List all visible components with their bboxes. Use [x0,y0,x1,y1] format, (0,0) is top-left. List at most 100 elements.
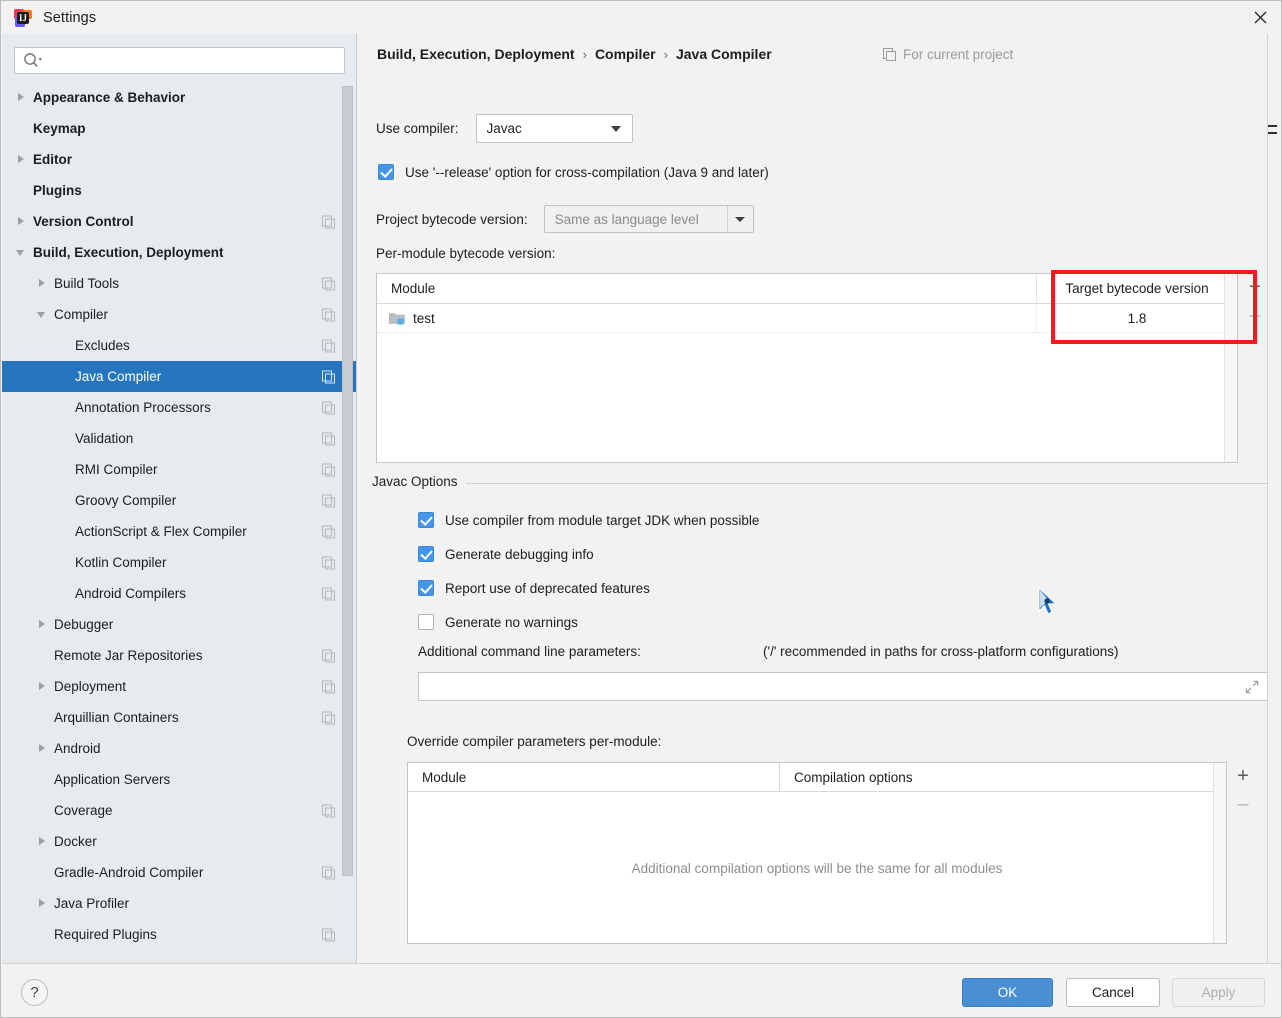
copy-scope-icon [322,370,335,383]
sidebar-item-java-compiler[interactable]: Java Compiler [2,361,356,392]
chevron-down-icon[interactable] [37,309,48,320]
generate-debugging-info-label: Generate debugging info [445,546,594,562]
chevron-right-icon[interactable] [16,154,27,165]
use-release-option-checkbox[interactable]: Use '--release' option for cross-compila… [378,164,769,180]
column-header-compilation-options[interactable]: Compilation options [780,763,1226,791]
search-box[interactable] [14,47,345,74]
additional-params-input[interactable] [418,672,1268,701]
sidebar-item-arquillian-containers[interactable]: Arquillian Containers [2,702,356,733]
checkbox-icon[interactable] [418,580,434,596]
sidebar-item-build-execution-deployment[interactable]: Build, Execution, Deployment [2,237,356,268]
sidebar-item-build-tools[interactable]: Build Tools [2,268,356,299]
sidebar-item-kotlin-compiler[interactable]: Kotlin Compiler [2,547,356,578]
help-button[interactable]: ? [21,979,48,1006]
sidebar-item-debugger[interactable]: Debugger [2,609,356,640]
sidebar-item-gradle-android-compiler[interactable]: Gradle-Android Compiler [2,857,356,888]
breadcrumb-item-2[interactable]: Compiler [595,46,656,62]
close-icon[interactable] [1237,1,1281,34]
column-header-module[interactable]: Module [408,763,780,791]
sidebar-item-docker[interactable]: Docker [2,826,356,857]
add-module-button[interactable]: + [1242,273,1268,301]
generate-no-warnings-checkbox[interactable]: Generate no warnings [418,614,578,630]
sidebar-item-groovy-compiler[interactable]: Groovy Compiler [2,485,356,516]
chevron-right-icon[interactable] [37,743,48,754]
chevron-down-icon[interactable] [16,247,27,258]
settings-tree[interactable]: Appearance & Behavior Keymap Editor Plugins… [2,82,356,963]
sidebar-item-deployment[interactable]: Deployment [2,671,356,702]
project-bytecode-value[interactable]: Same as language level [544,206,728,232]
chevron-right-icon[interactable] [37,278,48,289]
sidebar-scrollbar-thumb[interactable] [342,86,353,876]
sidebar-item-label: Gradle-Android Compiler [54,865,204,880]
breadcrumb-item-1[interactable]: Build, Execution, Deployment [377,46,575,62]
add-override-button[interactable]: + [1230,762,1256,790]
table-row[interactable]: test 1.8 [377,304,1237,333]
chevron-right-icon[interactable] [37,836,48,847]
chevron-right-icon[interactable] [16,92,27,103]
sidebar-item-version-control[interactable]: Version Control [2,206,356,237]
cancel-button[interactable]: Cancel [1066,978,1160,1007]
chevron-down-icon [610,125,621,132]
sidebar-item-appearance-behavior[interactable]: Appearance & Behavior [2,82,356,113]
per-module-bytecode-table[interactable]: Module Target bytecode version test 1.8 [376,270,1257,463]
sidebar-item-android-compilers[interactable]: Android Compilers [2,578,356,609]
sidebar-item-validation[interactable]: Validation [2,423,356,454]
copy-scope-icon [322,339,335,352]
chevron-right-icon[interactable] [37,619,48,630]
checkbox-icon[interactable] [418,614,434,630]
report-deprecated-checkbox[interactable]: Report use of deprecated features [418,580,650,596]
chevron-down-icon[interactable] [727,206,753,232]
copy-scope-icon [322,494,335,507]
sidebar-item-keymap[interactable]: Keymap [2,113,356,144]
module-table-scrollbar[interactable] [1224,274,1237,462]
column-header-target-bytecode-version[interactable]: Target bytecode version [1037,274,1237,303]
copy-scope-icon [322,277,335,290]
sidebar-item-android[interactable]: Android [2,733,356,764]
use-module-target-jdk-checkbox[interactable]: Use compiler from module target JDK when… [418,512,759,528]
sidebar-item-remote-jar-repositories[interactable]: Remote Jar Repositories [2,640,356,671]
sidebar-item-java-profiler[interactable]: Java Profiler [2,888,356,919]
table-header: Module Compilation options [408,763,1226,792]
checkbox-icon[interactable] [418,512,434,528]
copy-scope-icon [322,525,335,538]
sidebar-item-label: Docker [54,834,97,849]
scrollbar-ticks-icon [1268,125,1277,141]
sidebar-item-plugins[interactable]: Plugins [2,175,356,206]
ok-button[interactable]: OK [962,978,1053,1007]
sidebar-item-editor[interactable]: Editor [2,144,356,175]
checkbox-icon[interactable] [418,546,434,562]
chevron-right-icon[interactable] [37,681,48,692]
override-table-scrollbar[interactable] [1213,763,1226,943]
generate-debugging-info-checkbox[interactable]: Generate debugging info [418,546,594,562]
sidebar-item-compiler[interactable]: Compiler [2,299,356,330]
sidebar-item-coverage[interactable]: Coverage [2,795,356,826]
sidebar-scrollbar[interactable] [342,86,353,911]
remove-module-button[interactable]: – [1242,301,1268,329]
use-compiler-select[interactable]: Javac [475,114,633,143]
search-input[interactable] [14,47,345,74]
cell-module[interactable]: test [377,304,1037,332]
sidebar-item-excludes[interactable]: Excludes [2,330,356,361]
expand-icon[interactable] [1245,680,1259,694]
override-params-table[interactable]: Module Compilation options Additional co… [407,762,1227,944]
sidebar-item-rmi-compiler[interactable]: RMI Compiler [2,454,356,485]
sidebar-item-label: Validation [75,431,134,446]
sidebar-item-required-plugins[interactable]: Required Plugins [2,919,356,950]
sidebar-item-annotation-processors[interactable]: Annotation Processors [2,392,356,423]
apply-button[interactable]: Apply [1172,978,1265,1007]
project-bytecode-select[interactable]: Same as language level [543,205,754,233]
sidebar-item-actionscript-flex-compiler[interactable]: ActionScript & Flex Compiler [2,516,356,547]
copy-scope-icon [322,711,335,724]
main-scrollbar[interactable] [1267,37,1279,957]
checkbox-icon[interactable] [378,164,394,180]
column-header-module[interactable]: Module [377,274,1037,303]
sidebar-item-label: Java Profiler [54,896,130,911]
chevron-right-icon[interactable] [37,898,48,909]
sidebar-item-label: Annotation Processors [75,400,211,415]
cell-target-bytecode-version[interactable]: 1.8 [1037,304,1237,332]
chevron-right-icon[interactable] [16,216,27,227]
copy-scope-icon [883,48,896,61]
sidebar-item-application-servers[interactable]: Application Servers [2,764,356,795]
remove-override-button[interactable]: – [1230,790,1256,818]
